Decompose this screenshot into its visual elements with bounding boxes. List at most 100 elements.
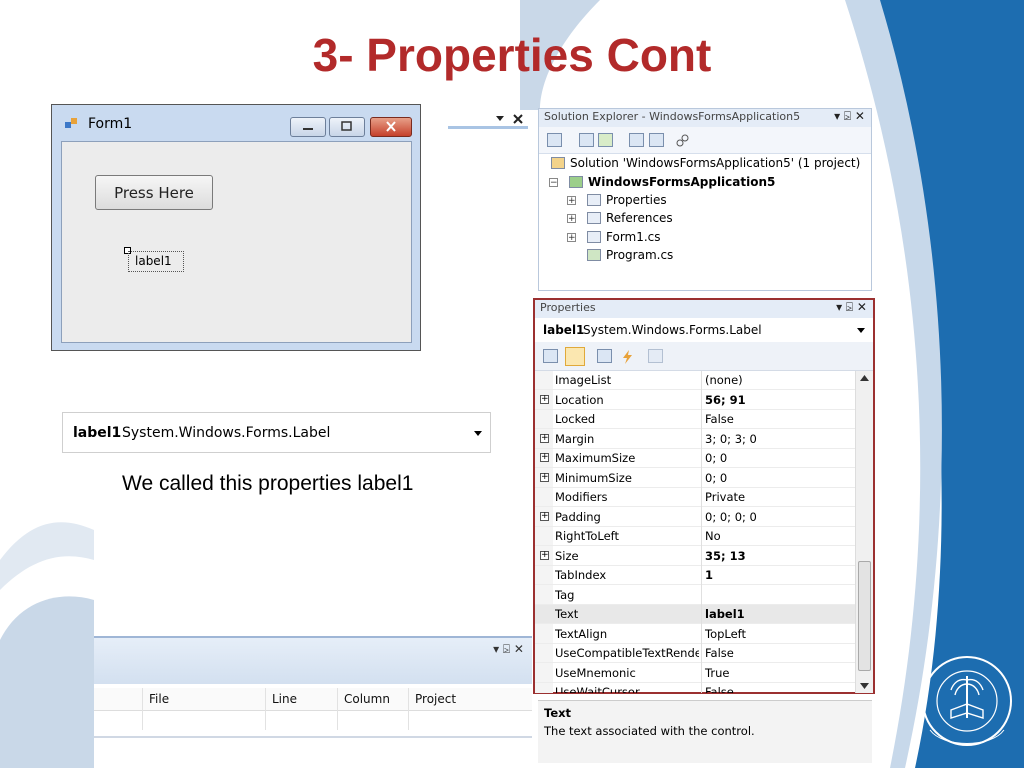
alphabetical-icon[interactable]: [565, 347, 585, 366]
refresh-icon[interactable]: [598, 133, 613, 147]
form1-client-area[interactable]: Press Here label1: [61, 141, 412, 343]
column-project[interactable]: Project: [415, 692, 456, 706]
slide-title: 3- Properties Cont: [312, 29, 712, 81]
press-here-button[interactable]: Press Here: [95, 175, 213, 210]
scroll-up-icon[interactable]: [860, 375, 869, 381]
maximize-button[interactable]: [329, 117, 365, 137]
close-button[interactable]: [370, 117, 412, 137]
property-value[interactable]: 0; 0: [705, 451, 727, 465]
properties-view-icon[interactable]: [597, 349, 612, 363]
scroll-down-icon[interactable]: [860, 683, 869, 689]
property-row[interactable]: Locked False: [535, 410, 855, 429]
property-row[interactable]: UseMnemonic True: [535, 664, 855, 683]
form1-title: Form1: [88, 116, 133, 132]
expand-icon[interactable]: +: [540, 550, 549, 560]
tree-item-properties[interactable]: Properties: [587, 193, 667, 207]
expand-icon[interactable]: +: [540, 394, 549, 404]
show-all-files-icon[interactable]: [579, 133, 594, 147]
project-icon: [569, 176, 583, 188]
property-row[interactable]: + Location 56; 91: [535, 391, 855, 410]
column-file[interactable]: File: [149, 692, 169, 706]
solution-explorer-toolbar: [539, 127, 871, 154]
university-logo: [922, 656, 1012, 746]
categorized-icon[interactable]: [543, 349, 558, 363]
expand-icon[interactable]: +: [567, 214, 576, 224]
property-value[interactable]: 0; 0: [705, 471, 727, 485]
property-row[interactable]: + MaximumSize 0; 0: [535, 449, 855, 468]
property-value[interactable]: 0; 0; 0; 0: [705, 510, 757, 524]
property-value[interactable]: False: [705, 646, 734, 660]
property-value[interactable]: False: [705, 412, 734, 426]
expand-icon[interactable]: +: [540, 453, 549, 462]
expand-icon[interactable]: +: [540, 511, 549, 521]
view-code-icon[interactable]: [629, 133, 644, 147]
expand-icon[interactable]: +: [540, 472, 549, 482]
property-value[interactable]: True: [705, 666, 729, 680]
property-row[interactable]: UseCompatibleTextRendering False: [535, 644, 855, 663]
solution-explorer: Solution Explorer - WindowsFormsApplicat…: [538, 108, 872, 291]
property-row[interactable]: + Margin 3; 0; 3; 0: [535, 430, 855, 449]
tree-item-program[interactable]: Program.cs: [587, 248, 673, 262]
expand-icon[interactable]: +: [567, 196, 576, 206]
expand-icon[interactable]: +: [540, 433, 549, 443]
form1-titlebar[interactable]: Form1: [52, 105, 420, 141]
error-list-pane-controls[interactable]: ▾ ⍄ ✕: [493, 642, 524, 657]
properties-controls[interactable]: ▾ ⍄ ✕: [836, 300, 867, 315]
property-name: Modifiers: [555, 490, 608, 504]
property-value[interactable]: label1: [705, 607, 745, 621]
class-diagram-icon[interactable]: [675, 133, 690, 147]
properties-scrollbar[interactable]: [855, 371, 873, 693]
property-value[interactable]: Private: [705, 490, 745, 504]
properties-object-type: System.Windows.Forms.Label: [583, 323, 762, 337]
tree-project[interactable]: WindowsFormsApplication5: [569, 175, 775, 189]
property-row[interactable]: TabIndex 1: [535, 566, 855, 585]
property-value[interactable]: No: [705, 529, 721, 543]
minimize-button[interactable]: [290, 117, 326, 137]
scrollbar-thumb[interactable]: [858, 561, 871, 671]
close-icon: [386, 121, 396, 132]
property-row[interactable]: + MinimumSize 0; 0: [535, 469, 855, 488]
property-value[interactable]: 3; 0; 3; 0: [705, 432, 757, 446]
property-row[interactable]: Tag: [535, 586, 855, 605]
property-value[interactable]: TopLeft: [705, 627, 746, 641]
properties-tool-icon[interactable]: [547, 133, 562, 147]
solution-explorer-controls[interactable]: ▾ ⍄ ✕: [834, 109, 865, 124]
property-row[interactable]: TextAlign TopLeft: [535, 625, 855, 644]
property-value[interactable]: 56; 91: [705, 393, 746, 407]
property-row[interactable]: + Padding 0; 0; 0; 0: [535, 508, 855, 527]
solution-explorer-header: Solution Explorer - WindowsFormsApplicat…: [539, 109, 871, 127]
view-designer-icon[interactable]: [649, 133, 664, 147]
property-pages-icon[interactable]: [648, 349, 663, 363]
editor-strip-controls: [496, 114, 523, 124]
column-line[interactable]: Line: [272, 692, 297, 706]
collapse-icon[interactable]: −: [549, 178, 558, 188]
property-row[interactable]: Text label1: [535, 605, 855, 624]
property-value[interactable]: (none): [705, 373, 743, 387]
property-row[interactable]: UseWaitCursor False: [535, 683, 855, 693]
property-row[interactable]: RightToLeft No: [535, 527, 855, 546]
label1-control[interactable]: label1: [128, 251, 184, 272]
dropdown-arrow-icon[interactable]: [857, 326, 865, 334]
property-name: Tag: [555, 587, 575, 602]
property-value[interactable]: 35; 13: [705, 549, 746, 563]
tree-item-references[interactable]: References: [587, 211, 673, 225]
events-lightning-icon[interactable]: [620, 349, 635, 364]
dropdown-arrow-icon[interactable]: [473, 428, 483, 438]
property-row[interactable]: ImageList (none): [535, 371, 855, 390]
tree-solution[interactable]: Solution 'WindowsFormsApplication5' (1 p…: [551, 156, 860, 170]
expand-icon[interactable]: +: [567, 233, 576, 243]
property-row[interactable]: + Size 35; 13: [535, 547, 855, 566]
property-name: UseCompatibleTextRendering: [555, 646, 699, 660]
properties-object-selector[interactable]: label1 System.Windows.Forms.Label: [535, 318, 873, 343]
column-column[interactable]: Column: [344, 692, 390, 706]
property-row[interactable]: Modifiers Private: [535, 488, 855, 507]
property-name: Text: [555, 607, 579, 621]
object-selector[interactable]: label1 System.Windows.Forms.Label: [62, 412, 491, 453]
minimize-icon: [303, 128, 313, 130]
tree-item-form1[interactable]: Form1.cs: [587, 230, 661, 244]
property-value[interactable]: 1: [705, 568, 713, 582]
column-separator: [337, 688, 338, 730]
property-name: Size: [555, 548, 579, 563]
property-value[interactable]: False: [705, 685, 734, 693]
property-name: UseMnemonic: [555, 665, 636, 680]
